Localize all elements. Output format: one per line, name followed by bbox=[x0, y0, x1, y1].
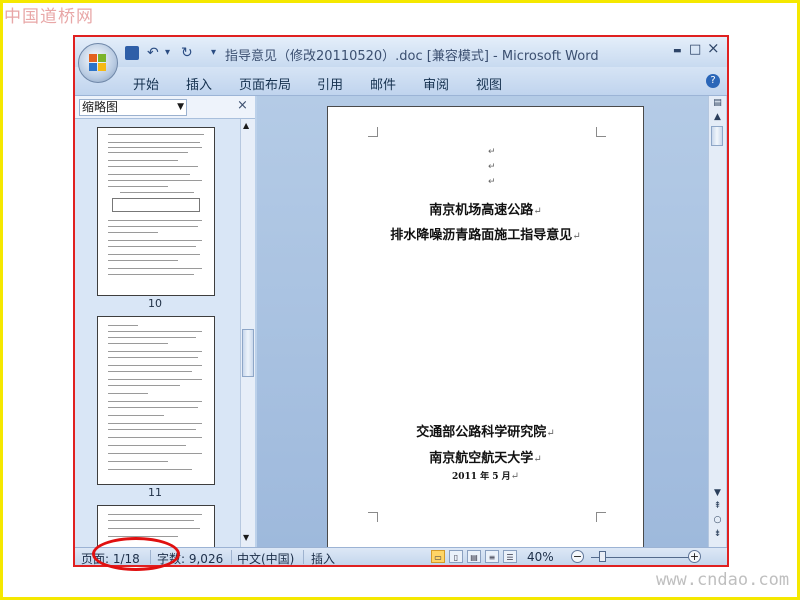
maximize-button[interactable]: □ bbox=[689, 42, 701, 57]
pane-scrollbar[interactable]: ▲ ▼ bbox=[240, 119, 255, 547]
scroll-down-icon[interactable]: ▼ bbox=[243, 533, 249, 542]
insert-mode-indicator[interactable]: 插入 bbox=[311, 550, 335, 565]
undo-icon[interactable]: ↶ bbox=[147, 44, 159, 62]
office-logo-icon bbox=[89, 54, 107, 72]
paragraph-mark: ↵ bbox=[488, 177, 496, 187]
tab-page-layout[interactable]: 页面布局 bbox=[239, 74, 291, 93]
close-button[interactable]: × bbox=[707, 39, 720, 57]
document-scroll-thumb[interactable] bbox=[711, 126, 723, 146]
zoom-out-button[interactable]: − bbox=[571, 550, 584, 563]
page-thumbnail-11[interactable] bbox=[97, 316, 215, 485]
pane-close-button[interactable]: × bbox=[237, 98, 248, 113]
zoom-level[interactable]: 40% bbox=[527, 550, 554, 564]
document-org-2: 南京航空航天大学↵ bbox=[429, 451, 542, 466]
scroll-down-icon[interactable]: ▼ bbox=[711, 488, 724, 498]
tab-insert[interactable]: 插入 bbox=[186, 74, 212, 93]
watermark-bottom-right: www.cndao.com bbox=[656, 570, 790, 590]
tab-home[interactable]: 开始 bbox=[133, 74, 159, 93]
paragraph-mark: ↵ bbox=[488, 147, 496, 157]
pane-scroll-thumb[interactable] bbox=[242, 329, 254, 377]
window-title: 指导意见（修改20110520）.doc [兼容模式] - Microsoft … bbox=[225, 49, 599, 64]
outline-view-icon[interactable]: ≡ bbox=[485, 550, 499, 563]
document-title-line-1: 南京机场高速公路↵ bbox=[429, 203, 542, 218]
web-layout-view-icon[interactable]: ▤ bbox=[467, 550, 481, 563]
language-indicator[interactable]: 中文(中国) bbox=[237, 550, 294, 565]
watermark-top-left: 中国道桥网 bbox=[4, 7, 94, 27]
title-bar: ↶ ▾ ↻ ▾ 指导意见（修改20110520）.doc [兼容模式] - Mi… bbox=[75, 37, 727, 67]
document-date: 2011 年 5 月↵ bbox=[451, 471, 520, 482]
print-layout-view-icon[interactable]: ▭ bbox=[431, 550, 445, 563]
save-icon[interactable] bbox=[125, 46, 139, 60]
thumbnail-page-number: 11 bbox=[148, 486, 162, 499]
draft-view-icon[interactable]: ☰ bbox=[503, 550, 517, 563]
pane-view-select[interactable]: 缩略图 ▼ bbox=[79, 99, 187, 116]
scroll-up-icon[interactable]: ▲ bbox=[243, 121, 249, 130]
zoom-slider-handle[interactable] bbox=[599, 551, 606, 562]
word-window: ↶ ▾ ↻ ▾ 指导意见（修改20110520）.doc [兼容模式] - Mi… bbox=[73, 35, 729, 567]
margin-mark bbox=[596, 512, 606, 522]
zoom-slider-track[interactable] bbox=[591, 557, 691, 558]
margin-mark bbox=[368, 127, 378, 137]
document-page[interactable]: ↵ ↵ ↵ 南京机场高速公路↵ 排水降噪沥青路面施工指导意见↵ 交通部公路科学研… bbox=[327, 106, 644, 548]
document-area: ↵ ↵ ↵ 南京机场高速公路↵ 排水降噪沥青路面施工指导意见↵ 交通部公路科学研… bbox=[257, 96, 708, 548]
redo-icon[interactable]: ↻ bbox=[181, 44, 193, 62]
margin-mark bbox=[368, 512, 378, 522]
undo-dropdown-icon[interactable]: ▾ bbox=[165, 44, 170, 62]
select-browse-object-icon[interactable]: ○ bbox=[711, 515, 724, 525]
zoom-in-button[interactable]: + bbox=[688, 550, 701, 563]
ribbon-tabs: 开始 插入 页面布局 引用 邮件 审阅 视图 ? bbox=[75, 67, 727, 96]
chevron-down-icon: ▼ bbox=[177, 102, 184, 112]
document-scrollbar[interactable]: ▤ ▲ ▼ ⇞ ○ ⇟ bbox=[708, 96, 726, 547]
highlight-ellipse bbox=[92, 537, 180, 571]
thumbnail-list: 10 11 bbox=[75, 119, 240, 547]
ruler-toggle-icon[interactable]: ▤ bbox=[711, 98, 724, 108]
tab-mailings[interactable]: 邮件 bbox=[370, 74, 396, 93]
document-title-line-2: 排水降噪沥青路面施工指导意见↵ bbox=[390, 228, 581, 243]
pane-view-label: 缩略图 bbox=[82, 100, 119, 114]
margin-mark bbox=[596, 127, 606, 137]
thumbnail-page-number: 10 bbox=[148, 297, 162, 310]
document-org-1: 交通部公路科学研究院↵ bbox=[416, 425, 555, 440]
office-button[interactable] bbox=[78, 43, 118, 83]
next-page-icon[interactable]: ⇟ bbox=[711, 529, 724, 539]
minimize-button[interactable]: ▬ bbox=[673, 46, 682, 56]
help-icon[interactable]: ? bbox=[706, 74, 720, 88]
previous-page-icon[interactable]: ⇞ bbox=[711, 501, 724, 511]
pane-header: 缩略图 ▼ × bbox=[75, 96, 255, 119]
tab-view[interactable]: 视图 bbox=[476, 74, 502, 93]
customize-qat-icon[interactable]: ▾ bbox=[211, 44, 216, 62]
thumbnail-pane: 缩略图 ▼ × 10 11 ▲ ▼ bbox=[75, 96, 255, 547]
tab-review[interactable]: 审阅 bbox=[423, 74, 449, 93]
scroll-up-icon[interactable]: ▲ bbox=[711, 112, 724, 122]
tab-references[interactable]: 引用 bbox=[317, 74, 343, 93]
full-screen-reading-view-icon[interactable]: ▯ bbox=[449, 550, 463, 563]
thumbnail-table bbox=[112, 198, 200, 212]
paragraph-mark: ↵ bbox=[488, 162, 496, 172]
page-thumbnail-10[interactable] bbox=[97, 127, 215, 296]
